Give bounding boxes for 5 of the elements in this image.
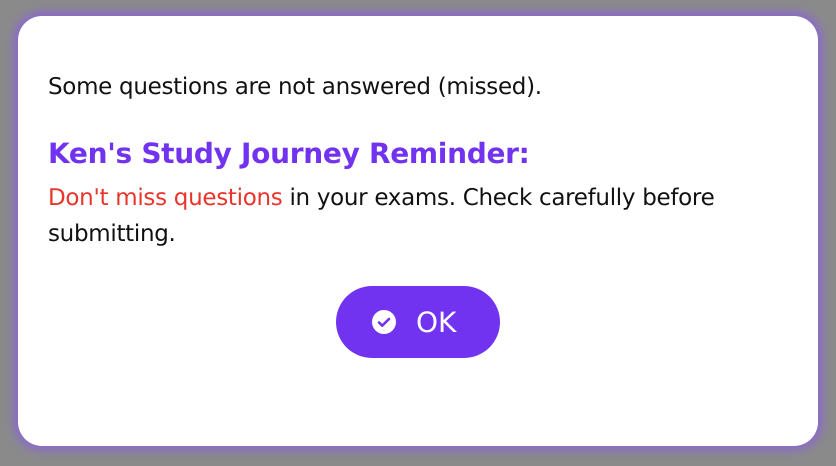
reminder-text: Don't miss questions in your exams. Check carefully before submitting. [48, 184, 716, 249]
ok-button[interactable]: OK [336, 286, 500, 358]
check-circle-icon [372, 310, 396, 334]
message-text: Some questions are not answered (missed). [48, 74, 543, 100]
reminder-title: Ken's Study Journey Reminder: [48, 137, 531, 170]
